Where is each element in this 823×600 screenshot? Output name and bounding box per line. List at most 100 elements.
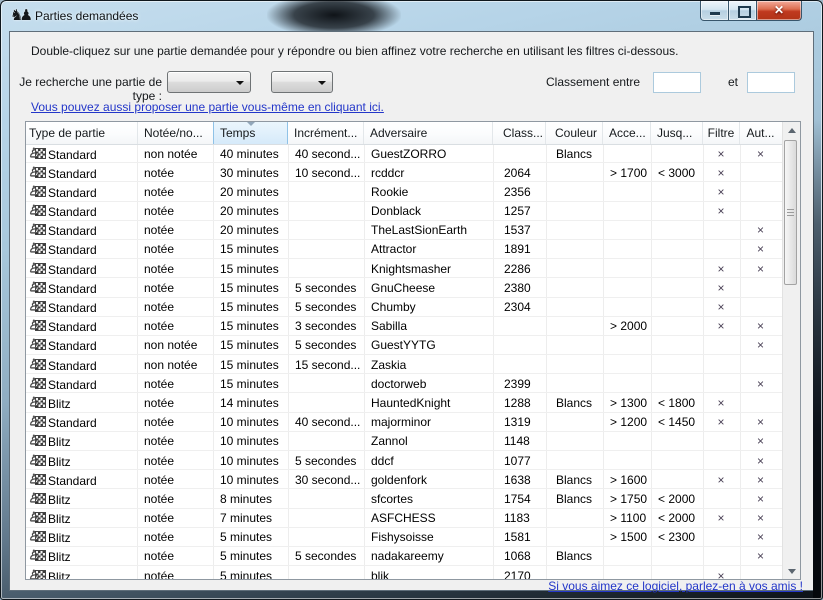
table-cell [704,336,741,354]
game-type-cell: ♙Blitz [26,566,138,579]
table-cell: ASFCHESS [365,509,494,527]
minimize-button[interactable] [700,1,729,21]
table-cell [604,221,652,239]
table-cell: notée [138,528,214,546]
table-row[interactable]: ♙Standardnotée15 minutesdoctorweb2399× [26,374,783,393]
scrollbar-thumb[interactable] [784,140,797,285]
table-row[interactable]: ♙Blitznotée14 minutesHauntedKnight1288Bl… [26,393,783,412]
table-cell [547,317,604,335]
scrollbar-down-button[interactable] [783,562,800,579]
table-cell [547,259,604,277]
table-cell: 1257 [494,202,547,220]
table-row[interactable]: ♙Standardnotée15 minutes5 secondesChumby… [26,298,783,317]
table-cell [547,278,604,296]
table-row[interactable]: ♙Standardnotée10 minutes40 second...majo… [26,413,783,432]
table-row[interactable]: ♙Standardnotée20 minutesDonblack1257× [26,202,783,221]
column-header[interactable]: Acce... [603,122,651,144]
table-cell: 30 second... [289,470,365,488]
table-row[interactable]: ♙Standardnotée15 minutes3 secondesSabill… [26,317,783,336]
column-header[interactable]: Filtre [703,122,740,144]
table-row[interactable]: ♙Blitznotée5 minutesblik2170× [26,566,783,579]
table-cell: 3 secondes [289,317,365,335]
rating-max-input[interactable] [747,72,795,93]
maximize-button[interactable] [729,1,757,21]
table-cell: × [741,144,782,162]
table-row[interactable]: ♙Standardnotée30 minutes10 second...rcdd… [26,163,783,182]
table-cell [547,355,604,373]
table-row[interactable]: ♙Blitznotée5 minutes5 secondesnadakareem… [26,547,783,566]
table-cell: Zannol [365,432,494,450]
chessboard-icon: ♙ [29,242,46,256]
table-cell: blik [365,566,494,579]
table-cell: doctorweb [365,374,494,392]
table-cell: non notée [138,355,214,373]
time-combo[interactable] [271,71,333,93]
table-cell: > 1600 [604,470,652,488]
vertical-scrollbar[interactable] [782,122,800,579]
table-cell [289,509,365,527]
table-cell: 8 minutes [214,489,289,507]
share-with-friends-link[interactable]: Si vous aimez ce logiciel, parlez-en à v… [548,579,803,593]
table-cell: 15 minutes [214,317,289,335]
table-cell: notée [138,202,214,220]
table-row[interactable]: ♙Standardnon notée15 minutes15 second...… [26,355,783,374]
title-bar[interactable]: ♞♟ Parties demandées ✕ [1,1,822,31]
table-cell: × [704,182,741,200]
table-cell: 1148 [494,432,547,450]
game-type-cell: ♙Standard [26,317,138,335]
table-cell: < 2300 [652,528,704,546]
table-cell: notée [138,489,214,507]
table-row[interactable]: ♙Blitznotée10 minutes5 secondesddcf1077× [26,451,783,470]
table-row[interactable]: ♙Standardnon notée15 minutes5 secondesGu… [26,336,783,355]
table-cell [604,566,652,579]
table-cell: × [704,393,741,411]
table-cell: 15 minutes [214,374,289,392]
column-header[interactable]: Couleur [546,122,603,144]
column-header[interactable]: Temps [213,122,288,144]
table-cell [704,451,741,469]
table-cell: × [741,259,782,277]
table-cell [494,317,547,335]
column-header[interactable]: Class... [493,122,546,144]
scrollbar-up-button[interactable] [783,122,800,139]
column-header[interactable]: Aut... [740,122,781,144]
game-type-cell: ♙Standard [26,355,138,373]
table-cell: × [741,509,782,527]
table-cell: sfcortes [365,489,494,507]
table-row[interactable]: ♙Standardnotée15 minutesAttractor1891× [26,240,783,259]
table-row[interactable]: ♙Blitznotée7 minutesASFCHESS1183> 1100< … [26,509,783,528]
table-cell: notée [138,566,214,579]
column-header[interactable]: Notée/no... [138,122,214,144]
table-row[interactable]: ♙Blitznotée8 minutessfcortes1754Blancs> … [26,489,783,508]
table-row[interactable]: ♙Standardnon notée40 minutes40 second...… [26,144,783,163]
table-row[interactable]: ♙Standardnotée15 minutes5 secondesGnuChe… [26,278,783,297]
table-row[interactable]: ♙Blitznotée10 minutesZannol1148× [26,432,783,451]
table-cell [741,163,782,181]
table-row[interactable]: ♙Standardnotée20 minutesRookie2356× [26,182,783,201]
table-cell: > 1500 [604,528,652,546]
table-cell: × [741,451,782,469]
game-type-cell: ♙Blitz [26,547,138,565]
table-row[interactable]: ♙Standardnotée20 minutesTheLastSionEarth… [26,221,783,240]
close-button[interactable]: ✕ [757,1,802,21]
table-row[interactable]: ♙Standardnotée15 minutesKnightsmasher228… [26,259,783,278]
column-header[interactable]: Adversaire [364,122,493,144]
table-cell [547,182,604,200]
rating-min-input[interactable] [653,72,701,93]
table-row[interactable]: ♙Standardnotée10 minutes30 second...gold… [26,470,783,489]
table-cell: goldenfork [365,470,494,488]
game-type-cell: ♙Standard [26,298,138,316]
column-header[interactable]: Incrément... [288,122,364,144]
column-header[interactable]: Type de partie [26,122,138,144]
chessboard-icon: ♙ [29,147,46,161]
table-cell [494,336,547,354]
column-header[interactable]: Jusq... [651,122,703,144]
table-cell: 1288 [494,393,547,411]
table-cell [604,547,652,565]
propose-game-link[interactable]: Vous pouvez aussi proposer une partie vo… [31,100,384,114]
table-cell: × [704,163,741,181]
game-type-combo[interactable] [167,71,251,93]
table-cell [652,470,704,488]
table-row[interactable]: ♙Blitznotée5 minutesFishysoisse1581> 150… [26,528,783,547]
table-cell [604,451,652,469]
